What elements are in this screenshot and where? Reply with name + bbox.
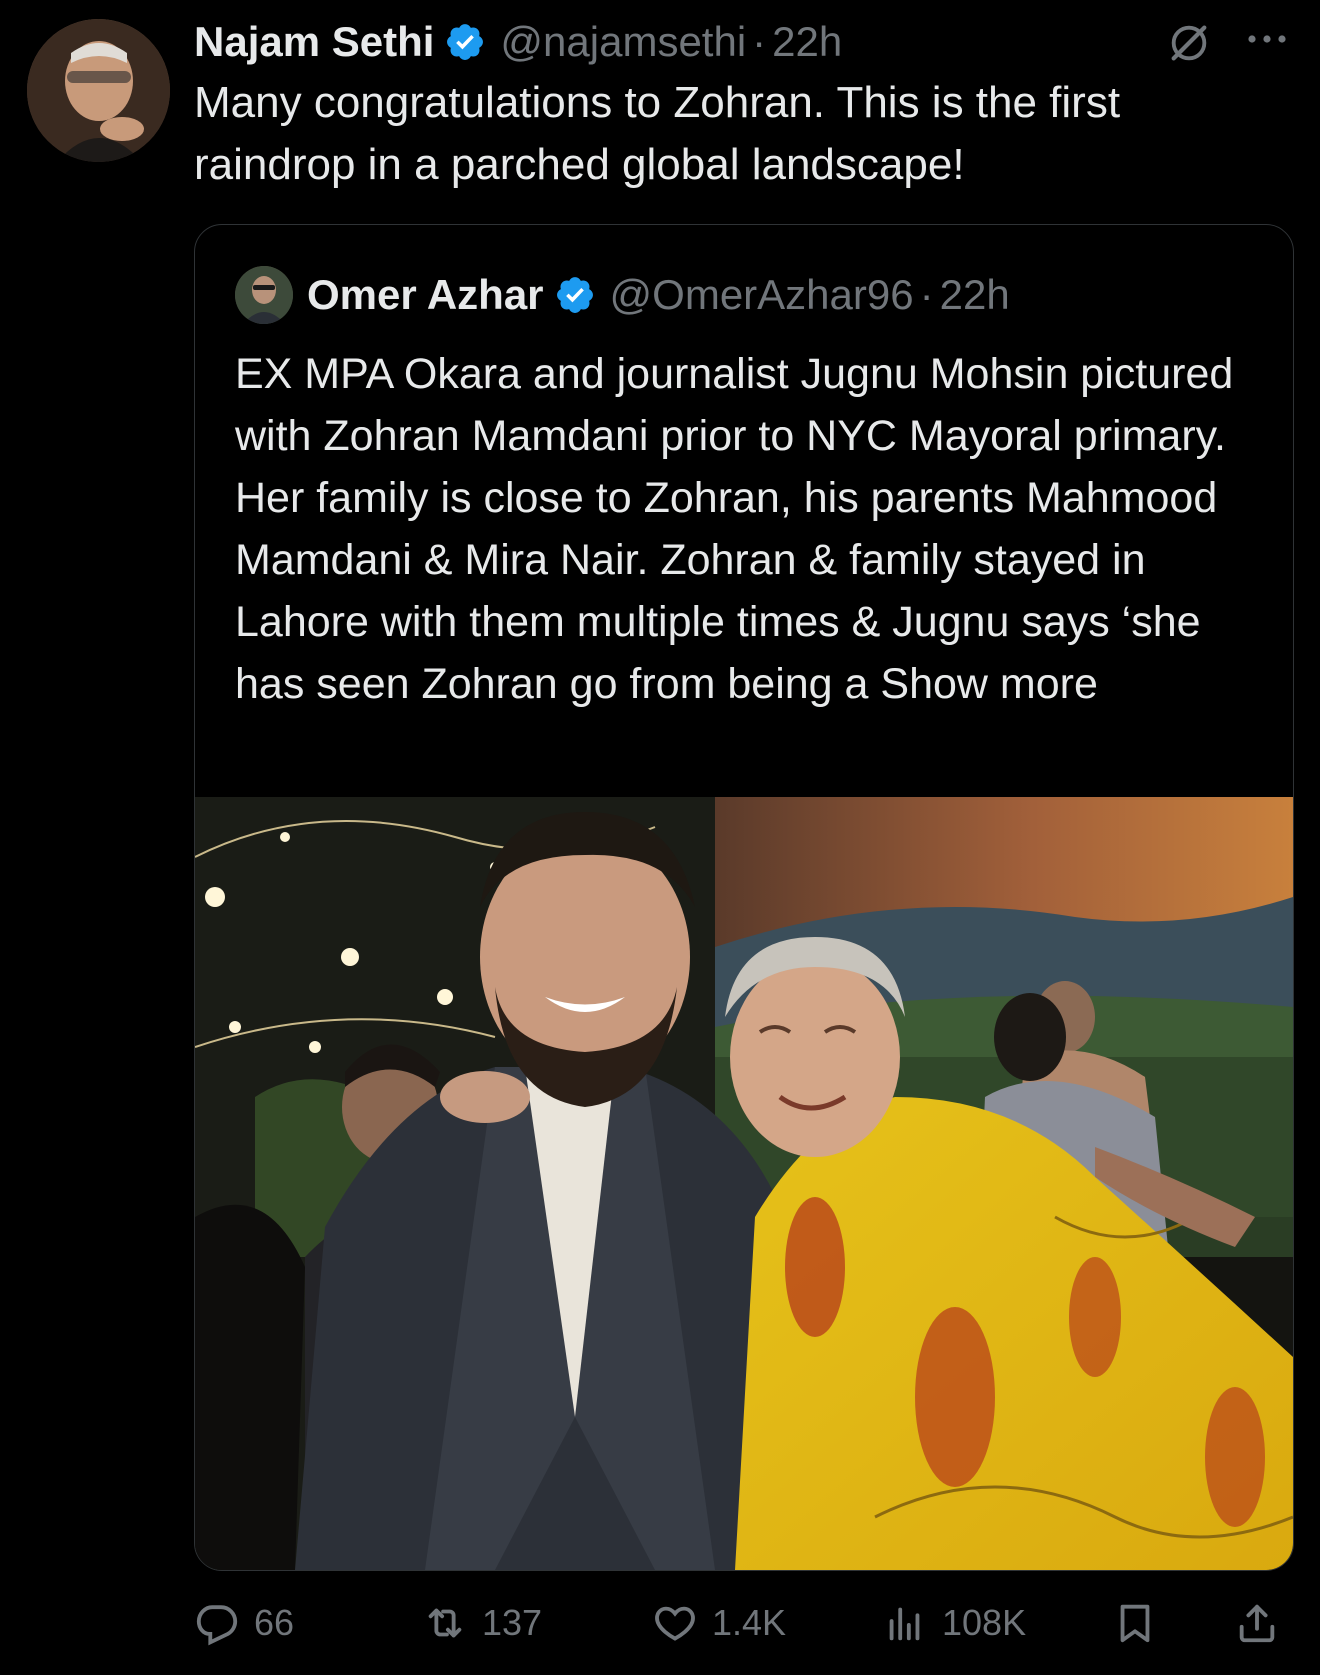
post-header: Najam Sethi @najamsethi · 22h bbox=[194, 14, 842, 70]
reply-icon bbox=[196, 1605, 238, 1646]
bookmark-button[interactable] bbox=[1112, 1598, 1158, 1648]
author-avatar[interactable] bbox=[27, 19, 170, 162]
show-more-link[interactable]: Show more bbox=[880, 660, 1097, 708]
views-icon bbox=[889, 1607, 920, 1641]
views-count: 108K bbox=[942, 1602, 1027, 1643]
repost-icon bbox=[428, 1608, 462, 1638]
quoted-post-body: EX MPA Okara and journalist Jugnu Mohsin… bbox=[235, 350, 1234, 708]
quoted-author-handle: @OmerAzhar96 bbox=[609, 271, 914, 318]
share-button[interactable] bbox=[1234, 1598, 1280, 1648]
like-button[interactable]: 1.4K bbox=[652, 1598, 786, 1648]
author-handle[interactable]: @najamsethi bbox=[500, 18, 746, 66]
post-text: Many congratulations to Zohran. This is … bbox=[194, 78, 1121, 189]
more-icon[interactable] bbox=[1244, 27, 1290, 51]
reply-count: 66 bbox=[254, 1602, 295, 1643]
bookmark-icon bbox=[1120, 1604, 1150, 1643]
quoted-post-header: Omer Azhar @OmerAzhar96 · 22h bbox=[235, 265, 1010, 325]
share-icon bbox=[1239, 1604, 1275, 1643]
heart-icon bbox=[655, 1606, 695, 1641]
repost-count: 137 bbox=[482, 1602, 543, 1643]
views-button[interactable]: 108K bbox=[882, 1598, 1026, 1648]
repost-button[interactable]: 137 bbox=[422, 1598, 542, 1648]
separator-dot: · bbox=[919, 271, 934, 318]
quoted-author-avatar bbox=[235, 266, 293, 324]
quoted-author-name: Omer Azhar bbox=[307, 271, 544, 318]
grok-icon[interactable] bbox=[1166, 20, 1212, 66]
like-count: 1.4K bbox=[712, 1602, 787, 1643]
separator-dot: · bbox=[752, 18, 767, 65]
verified-badge-icon bbox=[556, 277, 593, 313]
quoted-post-photo[interactable] bbox=[195, 797, 1293, 1570]
post-actions-bar: 66 137 1.4K 108K bbox=[194, 1598, 1294, 1648]
verified-badge-icon bbox=[447, 24, 484, 60]
quoted-post-timestamp: 22h bbox=[939, 271, 1010, 318]
author-name[interactable]: Najam Sethi bbox=[194, 18, 434, 66]
quoted-post-card[interactable]: Omer Azhar @OmerAzhar96 · 22h EX MPA Oka… bbox=[194, 224, 1294, 1571]
post-timestamp[interactable]: 22h bbox=[772, 18, 842, 66]
quoted-post-text: EX MPA Okara and journalist Jugnu Mohsin… bbox=[235, 343, 1255, 715]
reply-button[interactable]: 66 bbox=[194, 1598, 294, 1648]
